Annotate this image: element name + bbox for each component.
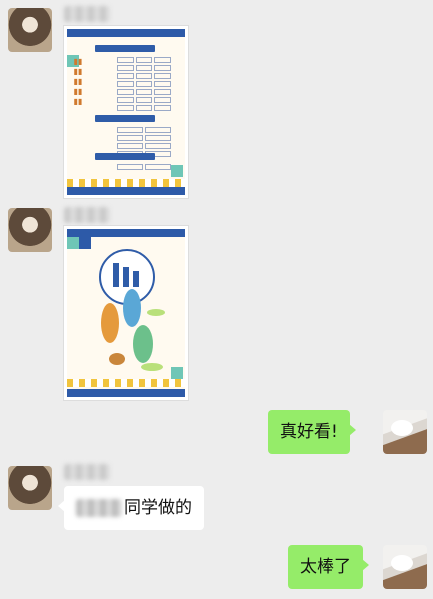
dog-icon	[109, 353, 125, 365]
poster-corner-block	[67, 237, 79, 249]
student-figure-icon	[123, 289, 141, 327]
contact-name-redacted	[64, 6, 110, 22]
contact-avatar[interactable]	[8, 8, 52, 52]
frisbee-icon	[147, 309, 165, 316]
poster-bottom-strip	[67, 187, 185, 195]
incoming-message[interactable]: 同学做的	[58, 486, 204, 530]
student-figure-icon	[133, 325, 153, 363]
poster-schedule-grid	[85, 162, 171, 172]
self-avatar[interactable]	[383, 410, 427, 454]
poster-vertical-title: ▮▮▮▮▮▮▮▮▮▮	[73, 57, 83, 106]
poster-checker-border	[67, 179, 185, 187]
poster-image-schedule[interactable]: ▮▮▮▮▮▮▮▮▮▮	[64, 26, 188, 198]
message-text: 太棒了	[300, 557, 351, 577]
poster-section-header	[95, 153, 155, 160]
message-text: 同学做的	[124, 498, 192, 518]
poster-checker-border	[67, 379, 185, 387]
cat-avatar-icon	[391, 555, 413, 571]
contact-avatar[interactable]	[8, 466, 52, 510]
contact-name-redacted	[64, 464, 110, 480]
poster-image-illustration[interactable]	[64, 226, 188, 400]
poster-corner-block	[79, 237, 91, 249]
contact-name-redacted	[64, 207, 110, 223]
message-text: 真好看!	[280, 422, 338, 442]
cat-avatar-icon	[391, 420, 413, 436]
poster-corner-block	[171, 165, 183, 177]
poster-top-strip	[67, 229, 185, 237]
frisbee-icon	[141, 363, 163, 371]
outgoing-message[interactable]: 真好看!	[268, 410, 356, 454]
poster-corner-block	[171, 367, 183, 379]
outgoing-message[interactable]: 太棒了	[288, 545, 369, 589]
poster-schedule-grid	[85, 55, 172, 113]
poster-top-strip	[67, 29, 185, 37]
poster-section-header	[95, 115, 155, 122]
poster-section-header	[95, 45, 155, 52]
student-figure-icon	[101, 303, 119, 343]
poster-bottom-strip	[67, 389, 185, 397]
contact-avatar[interactable]	[8, 208, 52, 252]
redacted-name	[76, 499, 122, 517]
self-avatar[interactable]	[383, 545, 427, 589]
